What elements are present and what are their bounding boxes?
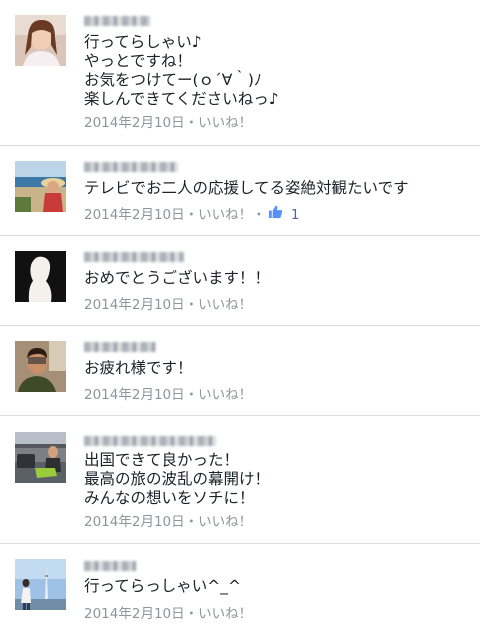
meta-separator: ・ [184,387,199,403]
comment-text: テレビでお二人の応援してる姿絶対観たいです [84,179,409,197]
meta-separator: ・ [252,207,266,223]
comment-date: 2014年2月10日 [84,115,185,131]
comment-date: 2014年2月10日 [84,207,185,223]
comment-text: 行ってらしゃい♪ やっとですね！ お気をつけてー(ｏ´∀｀)ﾉ 楽しんできてくだ… [84,33,279,108]
lounge-avatar[interactable] [15,432,66,483]
comment-date: 2014年2月10日 [84,297,185,313]
like-link[interactable]: いいね！ [198,293,252,313]
commenter-name-blurred[interactable] [84,342,156,352]
comment-text: お疲れ様です！ [84,359,193,377]
commenter-name-blurred[interactable] [84,162,178,172]
comment-meta: 2014年2月10日 ・ いいね！ [84,293,252,313]
comment-item: おめでとうございます！！ 2014年2月10日 ・ いいね！ [0,236,480,326]
like-count[interactable]: 1 [266,204,300,223]
comment-item: 行ってらっしゃい^_^ 2014年2月10日 ・ いいね！ [0,544,480,639]
comment-meta: 2014年2月10日 ・ いいね！ [84,383,252,403]
like-link[interactable]: いいね！ [198,111,252,131]
comment-item: 出国できて良かった！ 最高の旅の波乱の幕開け！ みんなの想いをソチに！ 2014… [0,416,480,544]
skytree-avatar[interactable] [15,559,66,610]
comment-text: 出国できて良かった！ 最高の旅の波乱の幕開け！ みんなの想いをソチに！ [84,451,271,507]
comment-date: 2014年2月10日 [84,606,185,622]
beach-hat-avatar[interactable] [15,161,66,212]
comment-meta: 2014年2月10日 ・ いいね！ [84,111,252,131]
meta-separator: ・ [184,514,199,530]
silhouette-avatar[interactable] [15,251,66,302]
comment-item: テレビでお二人の応援してる姿絶対観たいです 2014年2月10日 ・ いいね！ … [0,146,480,236]
meta-separator: ・ [184,115,199,131]
man-portrait-avatar[interactable] [15,341,66,392]
meta-separator: ・ [184,297,199,313]
comment-meta: 2014年2月10日 ・ いいね！ [84,510,252,530]
like-count-value: 1 [290,206,300,223]
comment-item: 行ってらしゃい♪ やっとですね！ お気をつけてー(ｏ´∀｀)ﾉ 楽しんできてくだ… [0,0,480,146]
like-link[interactable]: いいね！ [198,510,252,530]
comment-date: 2014年2月10日 [84,387,185,403]
woman-portrait-avatar[interactable] [15,15,66,66]
commenter-name-blurred[interactable] [84,436,216,446]
like-link[interactable]: いいね！ [198,602,252,622]
comment-text: 行ってらっしゃい^_^ [84,577,241,595]
comment-meta: 2014年2月10日 ・ いいね！ ・ 1 [84,203,300,223]
like-link[interactable]: いいね！ [198,383,252,403]
like-link[interactable]: いいね！ [198,203,252,223]
thumbs-up-icon [268,205,282,218]
commenter-name-blurred[interactable] [84,252,184,262]
comment-text: おめでとうございます！！ [84,269,271,287]
comment-item: お疲れ様です！ 2014年2月10日 ・ いいね！ [0,326,480,416]
commenter-name-blurred[interactable] [84,561,136,571]
comment-meta: 2014年2月10日 ・ いいね！ [84,602,252,622]
commenter-name-blurred[interactable] [84,16,150,26]
meta-separator: ・ [184,606,199,622]
comment-date: 2014年2月10日 [84,514,185,530]
meta-separator: ・ [184,207,199,223]
